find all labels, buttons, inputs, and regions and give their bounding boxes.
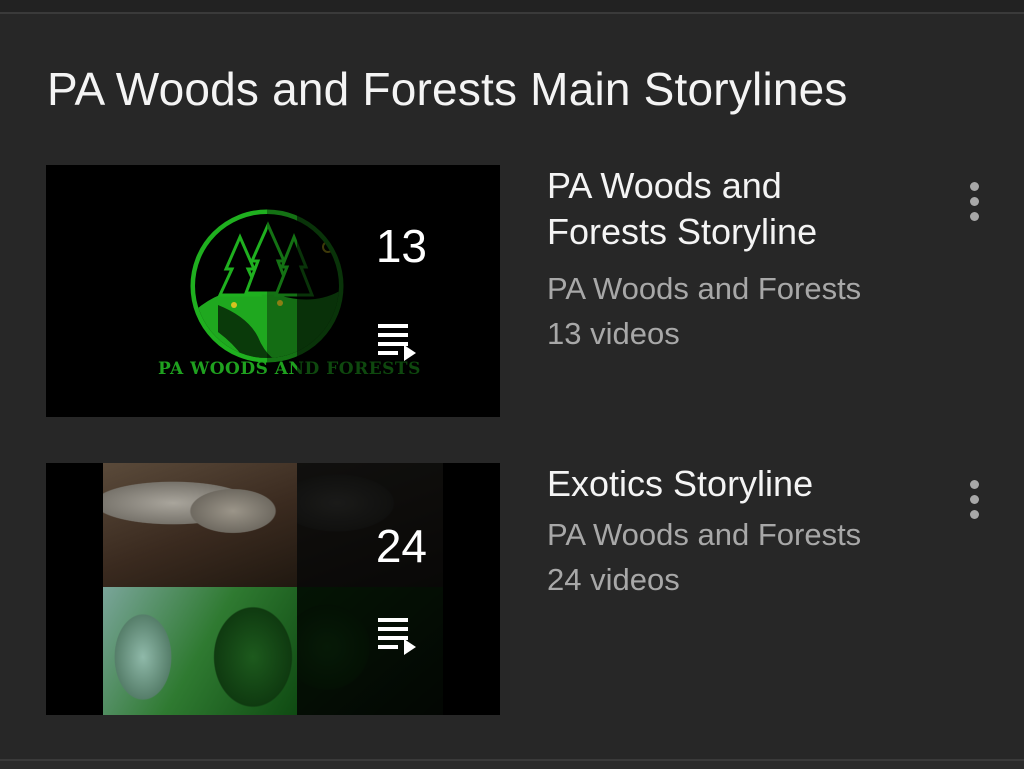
photo-frog-green <box>103 587 297 715</box>
menu-dot <box>969 196 979 206</box>
thumbnail-video-count: 24 <box>375 520 427 572</box>
playlist-title[interactable]: PA Woods and Forests Storyline <box>547 163 877 255</box>
photo-frog-rock <box>103 463 297 587</box>
top-divider <box>0 0 1024 14</box>
thumbnail-overlay <box>297 165 500 417</box>
thumbnail-overlay <box>297 463 500 715</box>
thumbnail-video-count: 13 <box>375 220 427 272</box>
bottom-divider <box>0 759 1024 769</box>
channel-name[interactable]: PA Woods and Forests <box>547 515 947 555</box>
section-title: PA Woods and Forests Main Storylines <box>47 63 848 115</box>
playlist-meta[interactable]: Exotics Storyline PA Woods and Forests 2… <box>547 461 947 600</box>
playlist-item[interactable]: PA WOODS AND FORESTS 13 PA Woods and For… <box>0 163 1024 423</box>
playlist-thumbnail[interactable]: 24 <box>46 463 500 715</box>
menu-dot <box>969 211 979 221</box>
playlist-title[interactable]: Exotics Storyline <box>547 461 947 507</box>
playlist-section: PA Woods and Forests Main Storylines PA … <box>0 0 1024 769</box>
menu-dot <box>969 509 979 519</box>
channel-name[interactable]: PA Woods and Forests <box>547 269 947 309</box>
menu-dot <box>969 494 979 504</box>
video-count: 13 videos <box>547 316 680 351</box>
playlist-item[interactable]: 24 Exotics Storyline PA Woods and Forest… <box>0 461 1024 721</box>
more-vert-icon[interactable] <box>958 475 990 523</box>
menu-dot <box>969 479 979 489</box>
more-vert-icon[interactable] <box>958 177 990 225</box>
playlist-thumbnail[interactable]: PA WOODS AND FORESTS 13 <box>46 165 500 417</box>
video-count: 24 videos <box>547 562 680 597</box>
playlist-play-icon <box>378 324 416 361</box>
menu-dot <box>969 181 979 191</box>
playlist-play-icon <box>378 618 416 655</box>
playlist-meta[interactable]: PA Woods and Forests Storyline PA Woods … <box>547 163 947 354</box>
